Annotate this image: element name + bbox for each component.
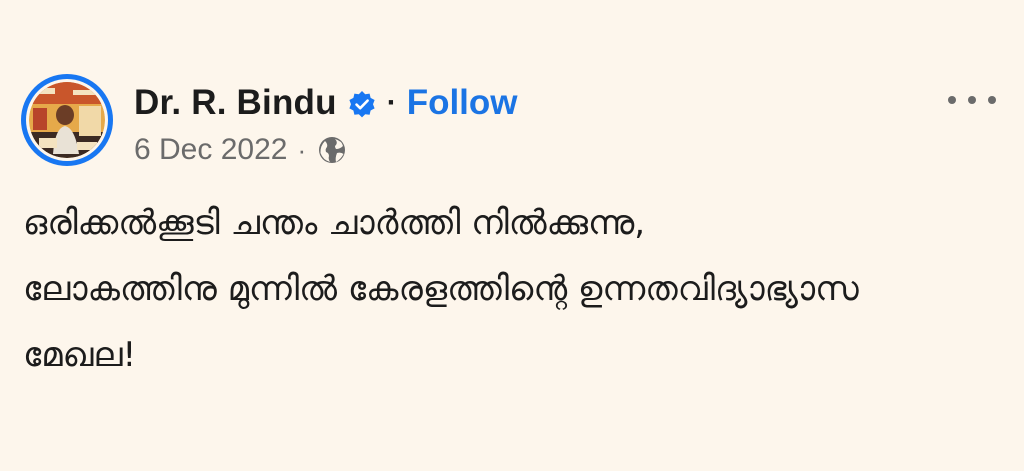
- author-profile-photo: [29, 82, 105, 158]
- facebook-post: Dr. R. Bindu · Follow 6 Dec 2022 · ഒരിക്…: [0, 0, 1024, 471]
- follow-button[interactable]: Follow: [407, 83, 518, 123]
- more-options-button[interactable]: [948, 88, 996, 112]
- post-text-line: മേഖല!: [23, 335, 137, 375]
- post-header-name-row: Dr. R. Bindu · Follow: [134, 80, 518, 126]
- verified-badge-icon: [349, 91, 375, 118]
- post-text-line: ഒരിക്കൽക്കൂടി ചന്തം ചാർത്തി നിൽക്കുന്നു,: [23, 203, 646, 243]
- post-meta-row: 6 Dec 2022 ·: [134, 130, 348, 170]
- post-text: ഒരിക്കൽക്കൂടി ചന്തം ചാർത്തി നിൽക്കുന്നു,…: [23, 190, 983, 388]
- more-options-icon-dot: [968, 96, 976, 104]
- author-avatar[interactable]: [21, 74, 113, 166]
- author-name[interactable]: Dr. R. Bindu: [134, 83, 337, 123]
- globe-icon: [319, 137, 346, 163]
- meta-separator: ·: [297, 134, 307, 165]
- post-date[interactable]: 6 Dec 2022: [134, 133, 287, 167]
- more-options-icon-dot: [988, 96, 996, 104]
- name-follow-separator: ·: [386, 86, 397, 119]
- post-text-line: ലോകത്തിനു മുന്നിൽ കേരളത്തിന്റെ ഉന്നതവിദ്…: [23, 269, 859, 309]
- avatar-inner-ring: [26, 79, 108, 161]
- more-options-icon-dot: [948, 96, 956, 104]
